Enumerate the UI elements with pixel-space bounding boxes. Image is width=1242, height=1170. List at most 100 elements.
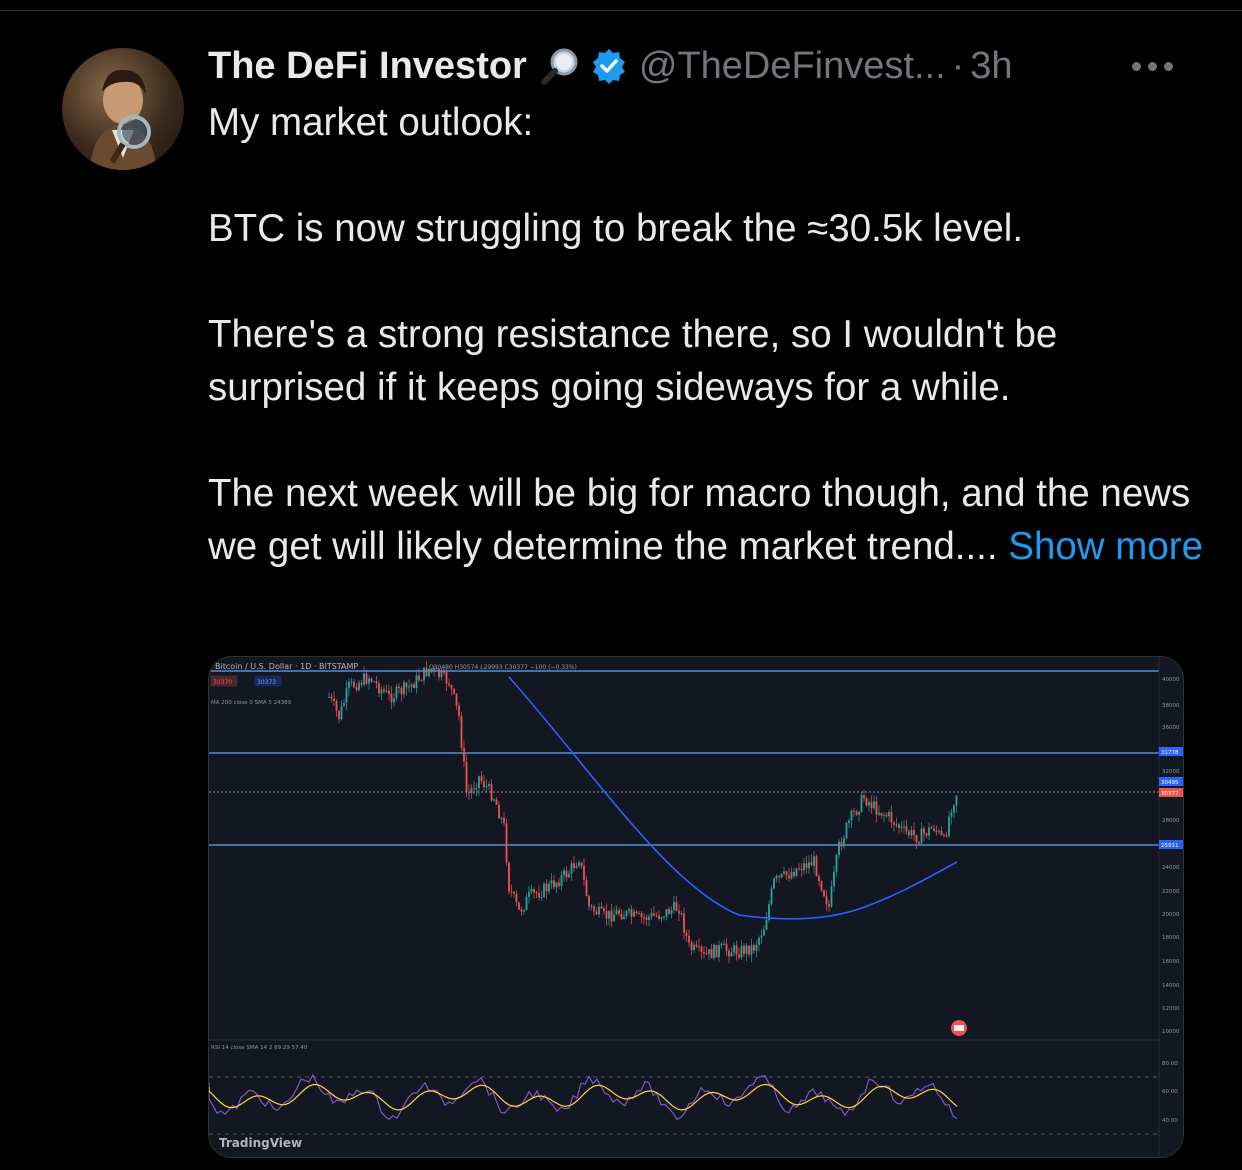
candle-body	[655, 915, 658, 917]
candle-body	[533, 889, 535, 893]
candle-body	[575, 865, 578, 869]
candle-body	[358, 682, 360, 691]
tweet-text: My market outlook: BTC is now struggling…	[208, 96, 1208, 573]
candle-body	[373, 681, 375, 683]
candle-body	[410, 684, 413, 687]
candle-body	[370, 678, 373, 682]
candle-body	[378, 683, 380, 694]
chart-header-label: Bitcoin / U.S. Dollar · 1D · BITSTAMP	[215, 662, 358, 671]
candle-body	[845, 822, 848, 839]
more-horizontal-icon[interactable]	[1132, 56, 1178, 76]
candle-body	[583, 865, 585, 880]
candle-body	[420, 680, 423, 682]
candle-body	[390, 693, 393, 703]
candle-body	[723, 943, 725, 945]
candle-body	[833, 871, 835, 887]
candle-body	[840, 841, 843, 847]
author-handle[interactable]: @TheDeFinvest...	[639, 45, 946, 88]
candle-body	[895, 824, 898, 826]
candle-body	[773, 878, 775, 889]
show-more-link[interactable]: Show more	[1008, 525, 1203, 568]
candle-body	[865, 798, 868, 806]
candle-body	[570, 863, 573, 874]
candle-body	[953, 805, 955, 813]
candle-body	[593, 905, 595, 912]
candle-body	[920, 828, 923, 844]
candle-body	[503, 817, 505, 824]
candle-body	[938, 830, 940, 832]
candle-body	[830, 886, 833, 907]
candle-body	[563, 870, 565, 876]
candle-body	[588, 896, 590, 907]
candle-body	[520, 909, 523, 912]
candle-body	[888, 811, 890, 817]
candle-body	[783, 871, 785, 874]
author-name[interactable]: The DeFi Investor	[208, 45, 527, 88]
candle-body	[790, 872, 793, 879]
candle-body	[448, 683, 450, 686]
candle-body	[625, 911, 628, 917]
candle-body	[380, 689, 383, 694]
candle-body	[608, 910, 610, 919]
candle-body	[785, 871, 788, 876]
candle-body	[635, 911, 638, 914]
candle-body	[413, 684, 415, 689]
candle-body	[425, 667, 428, 676]
candle-body	[603, 908, 605, 912]
candle-body	[610, 910, 613, 922]
price-tick: 20000	[1162, 912, 1180, 918]
chart-image[interactable]: Bitcoin / U.S. Dollar · 1D · BITSTAMP O3…	[208, 656, 1184, 1158]
candle-body	[485, 786, 488, 788]
candle-body	[363, 673, 365, 685]
candle-body	[755, 944, 758, 951]
candle-body	[760, 935, 763, 938]
candle-body	[823, 890, 825, 897]
candle-body	[678, 910, 680, 914]
candle-body	[740, 945, 743, 958]
candle-body	[348, 681, 350, 689]
candle-body	[900, 826, 903, 828]
candle-body	[765, 919, 768, 930]
tradingview-watermark: TradingView	[219, 1136, 302, 1150]
candle-body	[555, 882, 558, 888]
candle-body	[748, 945, 750, 955]
candle-body	[893, 822, 895, 825]
candle-body	[355, 686, 358, 691]
ma-label: MA 200 close 0 SMA 5 24389	[211, 700, 292, 706]
candle-body	[408, 686, 410, 688]
candle-body	[860, 795, 863, 812]
candle-body	[745, 945, 748, 954]
candle-body	[418, 675, 420, 681]
candle-body	[538, 893, 540, 898]
candle-body	[440, 671, 443, 678]
price-tick: 28000	[1162, 818, 1180, 824]
candle-body	[843, 838, 845, 847]
candle-body	[368, 678, 370, 684]
candle-body	[490, 784, 493, 801]
candle-body	[810, 862, 813, 866]
candle-body	[623, 916, 625, 920]
rsi-label: RSI 14 close SMA 14 2 69.29 57.40	[211, 1045, 308, 1051]
candle-body	[513, 892, 515, 894]
candle-body	[750, 945, 753, 955]
avatar[interactable]	[62, 48, 184, 170]
candle-body	[933, 828, 935, 831]
candle-body	[423, 667, 425, 681]
candle-body	[813, 856, 815, 866]
tweet-header: The DeFi Investor @TheDeFinvest... · 3h	[208, 40, 1013, 92]
candle-body	[848, 820, 850, 823]
candle-body	[855, 811, 858, 815]
candle-body	[868, 802, 870, 806]
candle-body	[873, 801, 875, 809]
timestamp[interactable]: 3h	[970, 45, 1012, 88]
price-tick: 14000	[1162, 983, 1180, 989]
candle-body	[948, 816, 950, 836]
candle-body	[683, 913, 685, 933]
candle-body	[483, 781, 485, 788]
candle-body	[505, 823, 508, 863]
candle-body	[338, 710, 340, 720]
candle-body	[463, 747, 465, 762]
candle-body	[945, 835, 948, 837]
rsi-tick: 60.00	[1162, 1089, 1178, 1095]
candle-body	[403, 682, 405, 695]
